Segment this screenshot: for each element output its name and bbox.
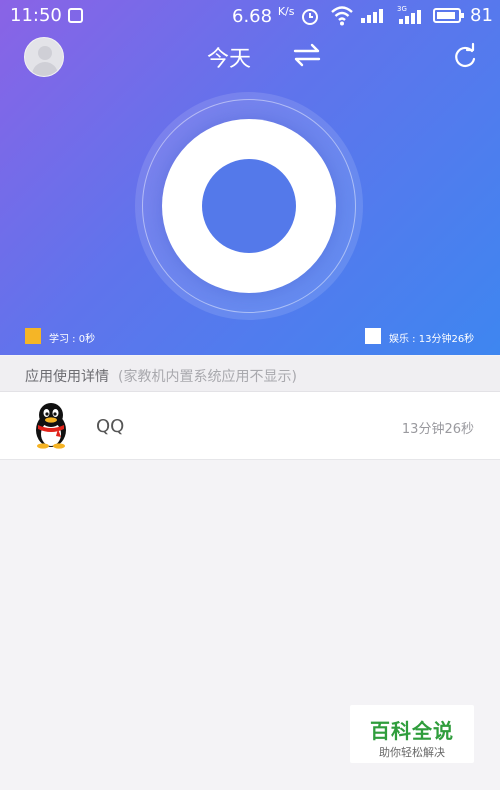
watermark-title: 百科全说 [370,719,454,743]
donut-center [202,159,296,253]
network-speed: 6.68 K/s [232,5,295,27]
wifi-icon [331,6,353,26]
app-usage-row-qq[interactable]: QQ 13分钟26秒 [0,392,500,460]
section-title: 应用使用详情 [25,369,109,385]
entertainment-color-swatch [365,328,381,344]
app-usage-section-header: 应用使用详情 (家教机内置系统应用不显示) [0,356,500,392]
refresh-icon[interactable] [450,42,480,72]
signal-3g-icon: 3G [397,5,421,24]
notification-icon [68,8,83,23]
app-name: QQ [96,416,125,437]
alarm-icon [302,9,318,25]
study-time-label: 学习 : 0秒 [49,334,96,345]
svg-text:3G: 3G [397,5,407,13]
study-color-swatch [25,328,41,344]
usage-summary-panel: 11:50 6.68 K/s 3G 81 今天 学习: 0秒 娱乐: 13分… [0,0,500,355]
section-note: (家教机内置系统应用不显示) [118,369,297,385]
avatar[interactable] [24,37,64,77]
battery-icon [433,8,464,23]
page-title: 今天 [206,47,251,72]
status-bar: 11:50 6.68 K/s 3G 81 [0,0,500,32]
swap-icon[interactable] [290,40,324,70]
battery-level: 81 [470,5,493,26]
watermark-logo: 百科全说 助你轻松解决 [350,705,474,763]
signal-icon [361,9,383,23]
watermark-subtitle: 助你轻松解决 [379,746,445,759]
entertainment-time-label: 娱乐 : 13分钟26秒 [389,334,475,345]
qq-penguin-icon [36,403,66,449]
status-time: 11:50 [10,5,62,26]
app-usage-duration: 13分钟26秒 [401,422,474,437]
